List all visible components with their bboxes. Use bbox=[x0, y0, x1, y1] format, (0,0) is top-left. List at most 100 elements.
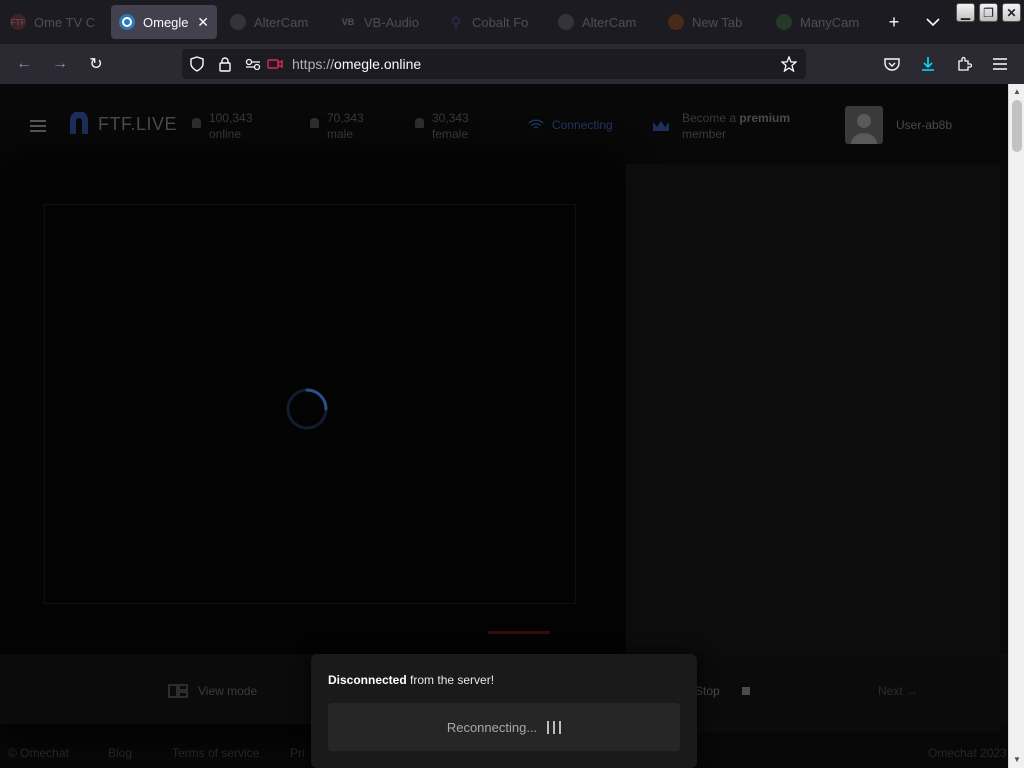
back-icon[interactable]: ← bbox=[12, 52, 36, 76]
reconnect-label: Reconnecting... bbox=[446, 719, 538, 735]
hamburger-menu-icon[interactable] bbox=[30, 120, 46, 132]
permissions-icon[interactable] bbox=[244, 55, 262, 73]
menu-icon[interactable] bbox=[988, 52, 1012, 76]
stat-female: 30,343 female bbox=[415, 110, 469, 142]
tab-ome-tv[interactable]: FTF Ome TV C bbox=[2, 5, 104, 39]
wifi-icon bbox=[528, 119, 544, 129]
tab-omegle[interactable]: Omegle ✕ bbox=[111, 5, 217, 39]
tab-label: ManyCam bbox=[800, 14, 860, 30]
new-tab-icon[interactable]: + bbox=[882, 10, 906, 34]
tab-label: Cobalt Fo bbox=[472, 14, 529, 30]
extensions-icon[interactable] bbox=[952, 52, 976, 76]
tab-manycam[interactable]: ManyCam bbox=[768, 5, 872, 39]
stat-online: 100,343 online bbox=[192, 110, 252, 142]
brand-name: FTF.LIVE bbox=[98, 113, 178, 134]
tab-label: VB-Audio bbox=[364, 14, 419, 30]
manycam-icon bbox=[776, 14, 792, 30]
connection-label: Connecting bbox=[552, 118, 613, 132]
tab-label: New Tab bbox=[692, 14, 743, 30]
premium-prefix: Become a bbox=[682, 111, 737, 125]
male-label: male bbox=[327, 127, 354, 141]
tab-new-tab[interactable]: New Tab bbox=[660, 5, 764, 39]
ftf-logo-icon bbox=[70, 112, 88, 134]
stop-icon bbox=[741, 687, 750, 695]
list-tabs-icon[interactable] bbox=[921, 10, 945, 34]
vb-audio-icon: VB bbox=[340, 14, 356, 30]
premium-highlight: premium bbox=[739, 111, 791, 125]
tab-vb-audio[interactable]: VB VB-Audio bbox=[332, 5, 436, 39]
recording-indicator bbox=[488, 631, 550, 634]
restore-icon[interactable]: ❐ bbox=[979, 3, 998, 22]
altercam-icon bbox=[230, 14, 246, 30]
avatar[interactable] bbox=[845, 106, 883, 144]
premium-link[interactable]: Become a premium member bbox=[652, 110, 790, 142]
loading-spinner-icon bbox=[286, 388, 328, 430]
footer-link-blog[interactable]: Blog bbox=[108, 746, 132, 760]
stop-button[interactable]: Stop bbox=[695, 684, 750, 698]
url-bar[interactable]: https://omegle.online bbox=[182, 49, 806, 79]
username[interactable]: User-ab8b bbox=[896, 118, 952, 132]
footer-copyright: © Omechat bbox=[8, 746, 69, 760]
navigation-toolbar: ← → ↻ https://omegle.online bbox=[0, 44, 1024, 84]
tab-strip: FTF Ome TV C Omegle ✕ AlterCam VB VB-Aud… bbox=[0, 0, 1024, 44]
video-area bbox=[8, 164, 614, 732]
footer-year: Omechat 2023 bbox=[928, 746, 1007, 760]
view-mode-label: View mode bbox=[198, 684, 258, 698]
toast-rest: from the server! bbox=[410, 673, 495, 687]
person-icon bbox=[415, 118, 424, 128]
ftf-icon: FTF bbox=[10, 14, 26, 30]
premium-suffix: member bbox=[682, 127, 727, 141]
footer-link-terms[interactable]: Terms of service bbox=[172, 746, 259, 760]
site-logo[interactable]: FTF.LIVE bbox=[68, 112, 177, 136]
reload-icon[interactable]: ↻ bbox=[84, 52, 108, 76]
omegle-icon bbox=[119, 14, 135, 30]
shield-icon[interactable] bbox=[188, 55, 206, 73]
lock-icon[interactable] bbox=[216, 55, 234, 73]
pocket-icon[interactable] bbox=[880, 52, 904, 76]
tab-altercam[interactable]: AlterCam bbox=[222, 5, 328, 39]
downloads-icon[interactable] bbox=[916, 52, 940, 76]
scrollbar-thumb[interactable] bbox=[1012, 100, 1022, 152]
tab-label: AlterCam bbox=[582, 14, 637, 30]
vertical-scrollbar[interactable]: ▲ ▼ bbox=[1008, 84, 1024, 768]
view-mode-icon bbox=[168, 684, 188, 698]
page-content: FTF.LIVE 100,343 online 70,343 male 30,343… bbox=[0, 84, 1008, 768]
search-icon: ⚲ bbox=[450, 13, 462, 30]
tab-label: Ome TV C bbox=[34, 14, 96, 30]
person-icon bbox=[192, 118, 201, 128]
stop-label: Stop bbox=[695, 684, 720, 698]
site-header: FTF.LIVE 100,343 online 70,343 male 30,343… bbox=[0, 84, 1008, 164]
url-text[interactable]: https://omegle.online bbox=[292, 56, 421, 72]
reconnect-button[interactable]: Reconnecting... bbox=[328, 703, 680, 751]
male-count: 70,343 bbox=[327, 111, 364, 125]
close-icon[interactable]: ✕ bbox=[197, 14, 209, 31]
camera-blocked-icon[interactable] bbox=[266, 55, 284, 73]
next-button[interactable]: Next → bbox=[878, 684, 918, 698]
stat-male: 70,343 male bbox=[310, 110, 364, 142]
altercam-icon bbox=[558, 14, 574, 30]
footer-link-privacy[interactable]: Pri bbox=[290, 746, 305, 760]
crown-icon bbox=[653, 121, 669, 131]
tab-label: Omegle bbox=[143, 14, 189, 30]
next-label: Next bbox=[878, 684, 903, 698]
bookmark-star-icon[interactable] bbox=[780, 55, 798, 73]
url-host: omegle.online bbox=[334, 56, 422, 72]
female-label: female bbox=[432, 127, 469, 141]
chat-panel bbox=[626, 164, 1000, 732]
firefox-icon bbox=[668, 14, 684, 30]
scroll-up-icon[interactable]: ▲ bbox=[1012, 87, 1022, 97]
tab-cobalt[interactable]: ⚲ Cobalt Fo bbox=[440, 5, 544, 39]
minimize-icon[interactable]: ▁ bbox=[956, 3, 975, 22]
view-mode-button[interactable]: View mode bbox=[168, 684, 257, 698]
tab-altercam-2[interactable]: AlterCam bbox=[550, 5, 654, 39]
person-icon bbox=[310, 118, 319, 128]
scroll-down-icon[interactable]: ▼ bbox=[1012, 755, 1022, 765]
close-window-icon[interactable]: ✕ bbox=[1002, 3, 1021, 22]
url-scheme: https:// bbox=[292, 56, 335, 72]
online-count: 100,343 bbox=[209, 111, 253, 125]
loading-bars-icon bbox=[547, 720, 562, 734]
disconnect-toast: Disconnected from the server! Reconnecti… bbox=[311, 654, 697, 768]
connection-status: Connecting bbox=[528, 118, 613, 132]
female-count: 30,343 bbox=[432, 111, 469, 125]
forward-icon[interactable]: → bbox=[48, 52, 72, 76]
